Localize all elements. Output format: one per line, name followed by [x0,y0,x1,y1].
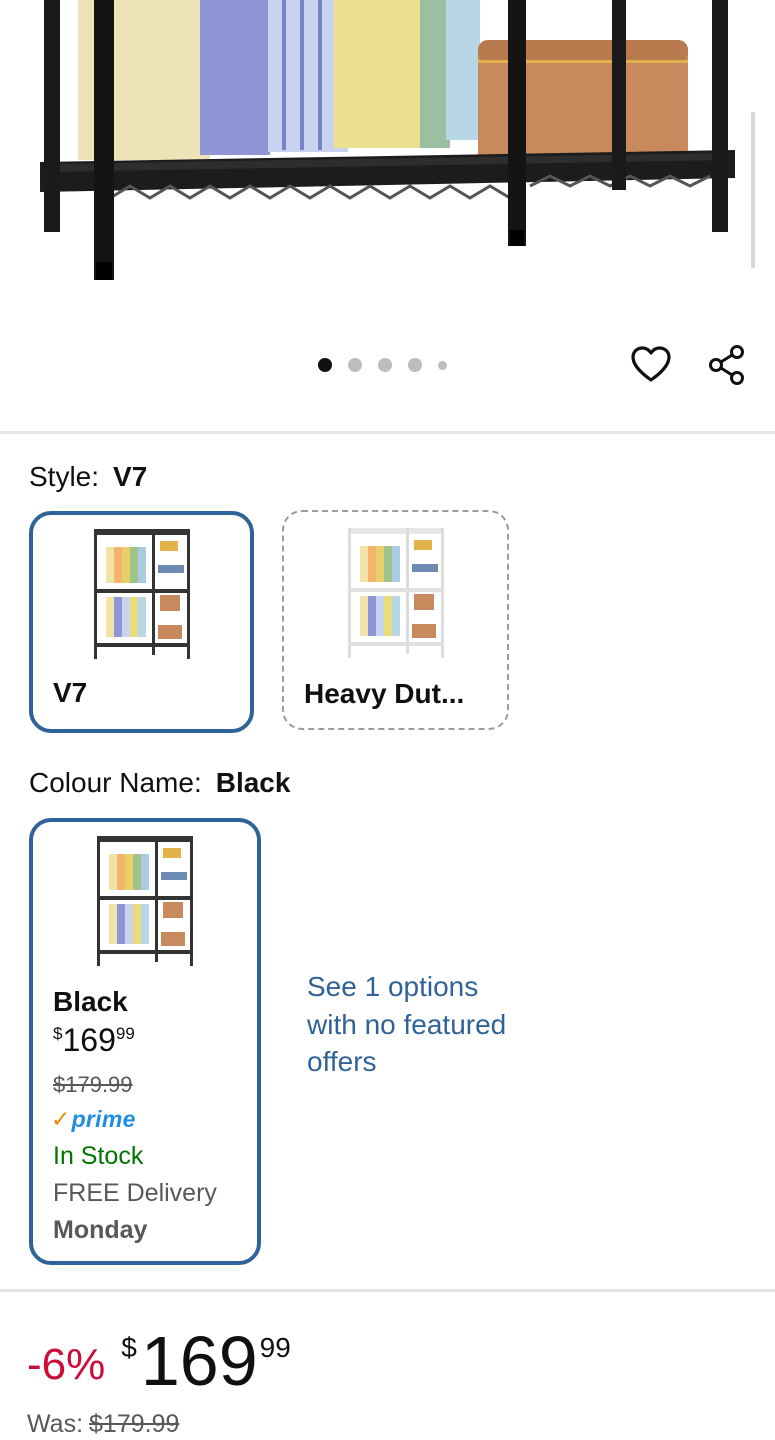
product-price: -6% $ 169 99 [27,1326,291,1396]
price-fraction: 99 [259,1332,291,1363]
style-thumbnail-v7 [93,529,190,659]
product-photo [40,0,735,280]
pagination-dot-4[interactable] [408,358,422,372]
was-label: Was: [27,1410,84,1438]
style-label: Style: [29,461,100,492]
share-button[interactable] [704,342,750,388]
see-options-link[interactable]: See 1 options with no featured offers [307,968,527,1081]
style-thumbnail-heavy-duty [347,528,444,658]
colour-option-was-price: $179.99 [53,1072,133,1097]
price-whole: 169 [62,1022,116,1058]
colour-label: Colour Name: [29,767,202,798]
heart-outline-icon [631,346,671,382]
image-pagination-dots [318,358,447,372]
prime-badge: ✓prime [51,1106,136,1133]
section-divider [0,1289,775,1292]
colour-thumbnail-black [97,836,193,966]
prime-check-icon: ✓ [51,1106,71,1132]
style-option-label: Heavy Dut... [304,678,465,709]
style-selected-value: V7 [113,461,148,492]
prime-label: prime [71,1106,136,1132]
pagination-dot-1[interactable] [318,358,332,372]
was-price: $179.99 [89,1410,180,1438]
gallery-scrollbar[interactable] [751,112,755,268]
price-whole: 169 [140,1322,258,1400]
pagination-dot-5[interactable] [438,360,447,370]
discount-percent: -6% [27,1340,106,1389]
add-to-wishlist-button[interactable] [628,342,674,388]
style-option-v7[interactable]: V7 [29,511,254,733]
colour-selector-label: Colour Name: Black [29,767,290,799]
price-currency: $ [121,1332,137,1363]
price-currency: $ [53,1024,63,1043]
product-image-gallery[interactable] [0,0,775,310]
delivery-day: Monday [53,1216,148,1244]
was-price-line: Was: $179.99 [27,1410,179,1439]
section-divider [0,431,775,434]
colour-option-price: $16999 [53,1022,135,1059]
colour-option-label: Black [53,986,128,1017]
colour-selected-value: Black [215,767,291,798]
pagination-dot-2[interactable] [348,358,362,372]
stock-status: In Stock [53,1142,144,1170]
style-selector-label: Style: V7 [29,461,147,493]
price-fraction: 99 [115,1024,135,1043]
colour-option-black[interactable]: Black $16999 $179.99 ✓prime In Stock FRE… [29,818,261,1265]
style-option-heavy-duty[interactable]: Heavy Dut... [282,510,509,730]
pagination-dot-3[interactable] [378,358,392,372]
share-icon [709,345,744,385]
style-option-label: V7 [53,677,88,708]
delivery-info: FREE Delivery [53,1179,217,1207]
